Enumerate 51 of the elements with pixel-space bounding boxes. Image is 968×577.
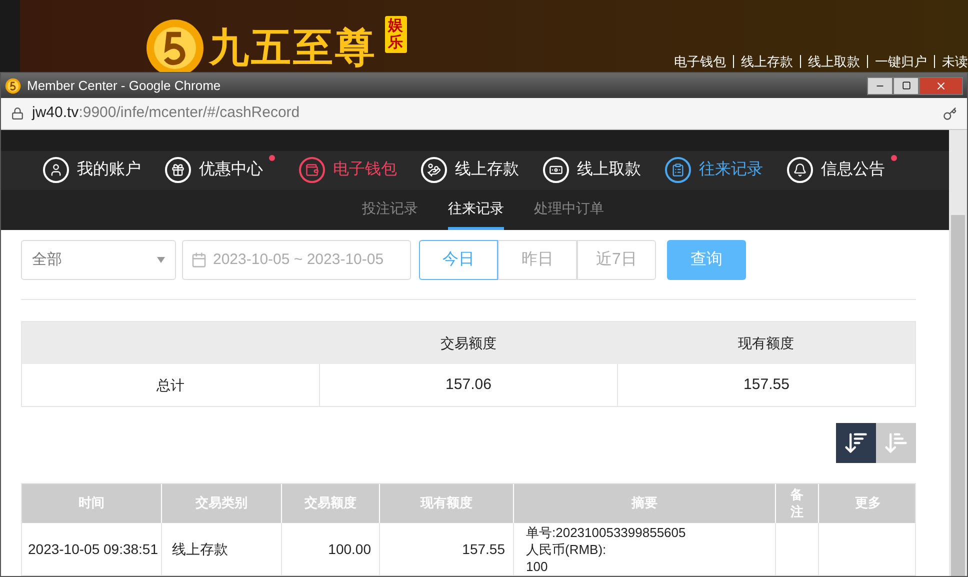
calendar-icon xyxy=(191,252,207,268)
site-link[interactable]: 线上存款 xyxy=(741,52,793,72)
type-select[interactable]: 全部 xyxy=(21,240,176,280)
site-link[interactable]: 一键归户 xyxy=(875,52,927,72)
url-text: jw40.tv:9900/infe/mcenter/#/cashRecord xyxy=(32,103,300,124)
nav-item[interactable]: 电子钱包 xyxy=(299,157,397,184)
table-cell: 2023-10-05 09:38:51 xyxy=(22,523,162,575)
clipboard-icon xyxy=(665,157,691,184)
table-cell: 100.00 xyxy=(282,523,380,575)
nav-item[interactable]: 我的账户 xyxy=(43,157,141,184)
table-cell: 157.06 xyxy=(319,364,617,406)
window-title: Member Center - Google Chrome xyxy=(27,76,221,95)
table-cell: 157.55 xyxy=(380,523,514,575)
sub-tab[interactable]: 往来记录 xyxy=(448,190,504,230)
bell-icon xyxy=(787,157,813,184)
site-logo-text: 九五至尊 xyxy=(209,28,377,68)
nav-item[interactable]: 线上存款 xyxy=(421,157,519,184)
close-button[interactable] xyxy=(919,76,963,94)
wallet-icon xyxy=(299,157,325,184)
close-icon xyxy=(935,80,947,92)
sort-button[interactable] xyxy=(836,423,876,463)
minimize-button[interactable] xyxy=(867,76,893,94)
caret-icon xyxy=(157,257,165,263)
nav-item[interactable]: 往来记录 xyxy=(665,157,763,184)
site-link[interactable]: 电子钱包 xyxy=(674,52,726,72)
user-icon xyxy=(43,157,69,184)
summary-line: 单号:202310053399855605 xyxy=(526,524,687,540)
maximize-icon xyxy=(902,81,910,90)
site-link[interactable]: 线上取款 xyxy=(808,52,860,72)
summary-line: 100 xyxy=(526,558,549,574)
sub-tab[interactable]: 处理中订单 xyxy=(534,190,604,230)
gift-icon xyxy=(165,157,191,184)
hand-coins-icon xyxy=(421,157,447,184)
site-logo-badge: 娱乐 xyxy=(385,16,407,53)
lock-icon xyxy=(11,107,24,120)
table-cell-text: 总计 xyxy=(156,376,186,394)
maximize-button[interactable] xyxy=(893,76,919,94)
table-cell: 157.55 xyxy=(617,364,915,406)
summary-line: 人民币(RMB): xyxy=(526,540,608,558)
banknote-icon xyxy=(543,157,569,184)
nav-item[interactable]: 优惠中心 xyxy=(165,157,275,184)
sub-tab[interactable]: 投注记录 xyxy=(362,190,418,230)
site-link[interactable]: 未读 xyxy=(942,52,968,72)
column-header: 现有额度 xyxy=(737,334,796,352)
address-bar[interactable]: jw40.tv:9900/infe/mcenter/#/cashRecord xyxy=(1,98,967,130)
key-icon xyxy=(943,106,957,120)
column-header: 交易额度 xyxy=(440,334,498,352)
app-icon xyxy=(5,78,21,94)
table-cell: 线上存款 xyxy=(162,523,282,575)
nav-item[interactable]: 线上取款 xyxy=(543,157,641,184)
nav-item[interactable]: 信息公告 xyxy=(787,157,897,184)
